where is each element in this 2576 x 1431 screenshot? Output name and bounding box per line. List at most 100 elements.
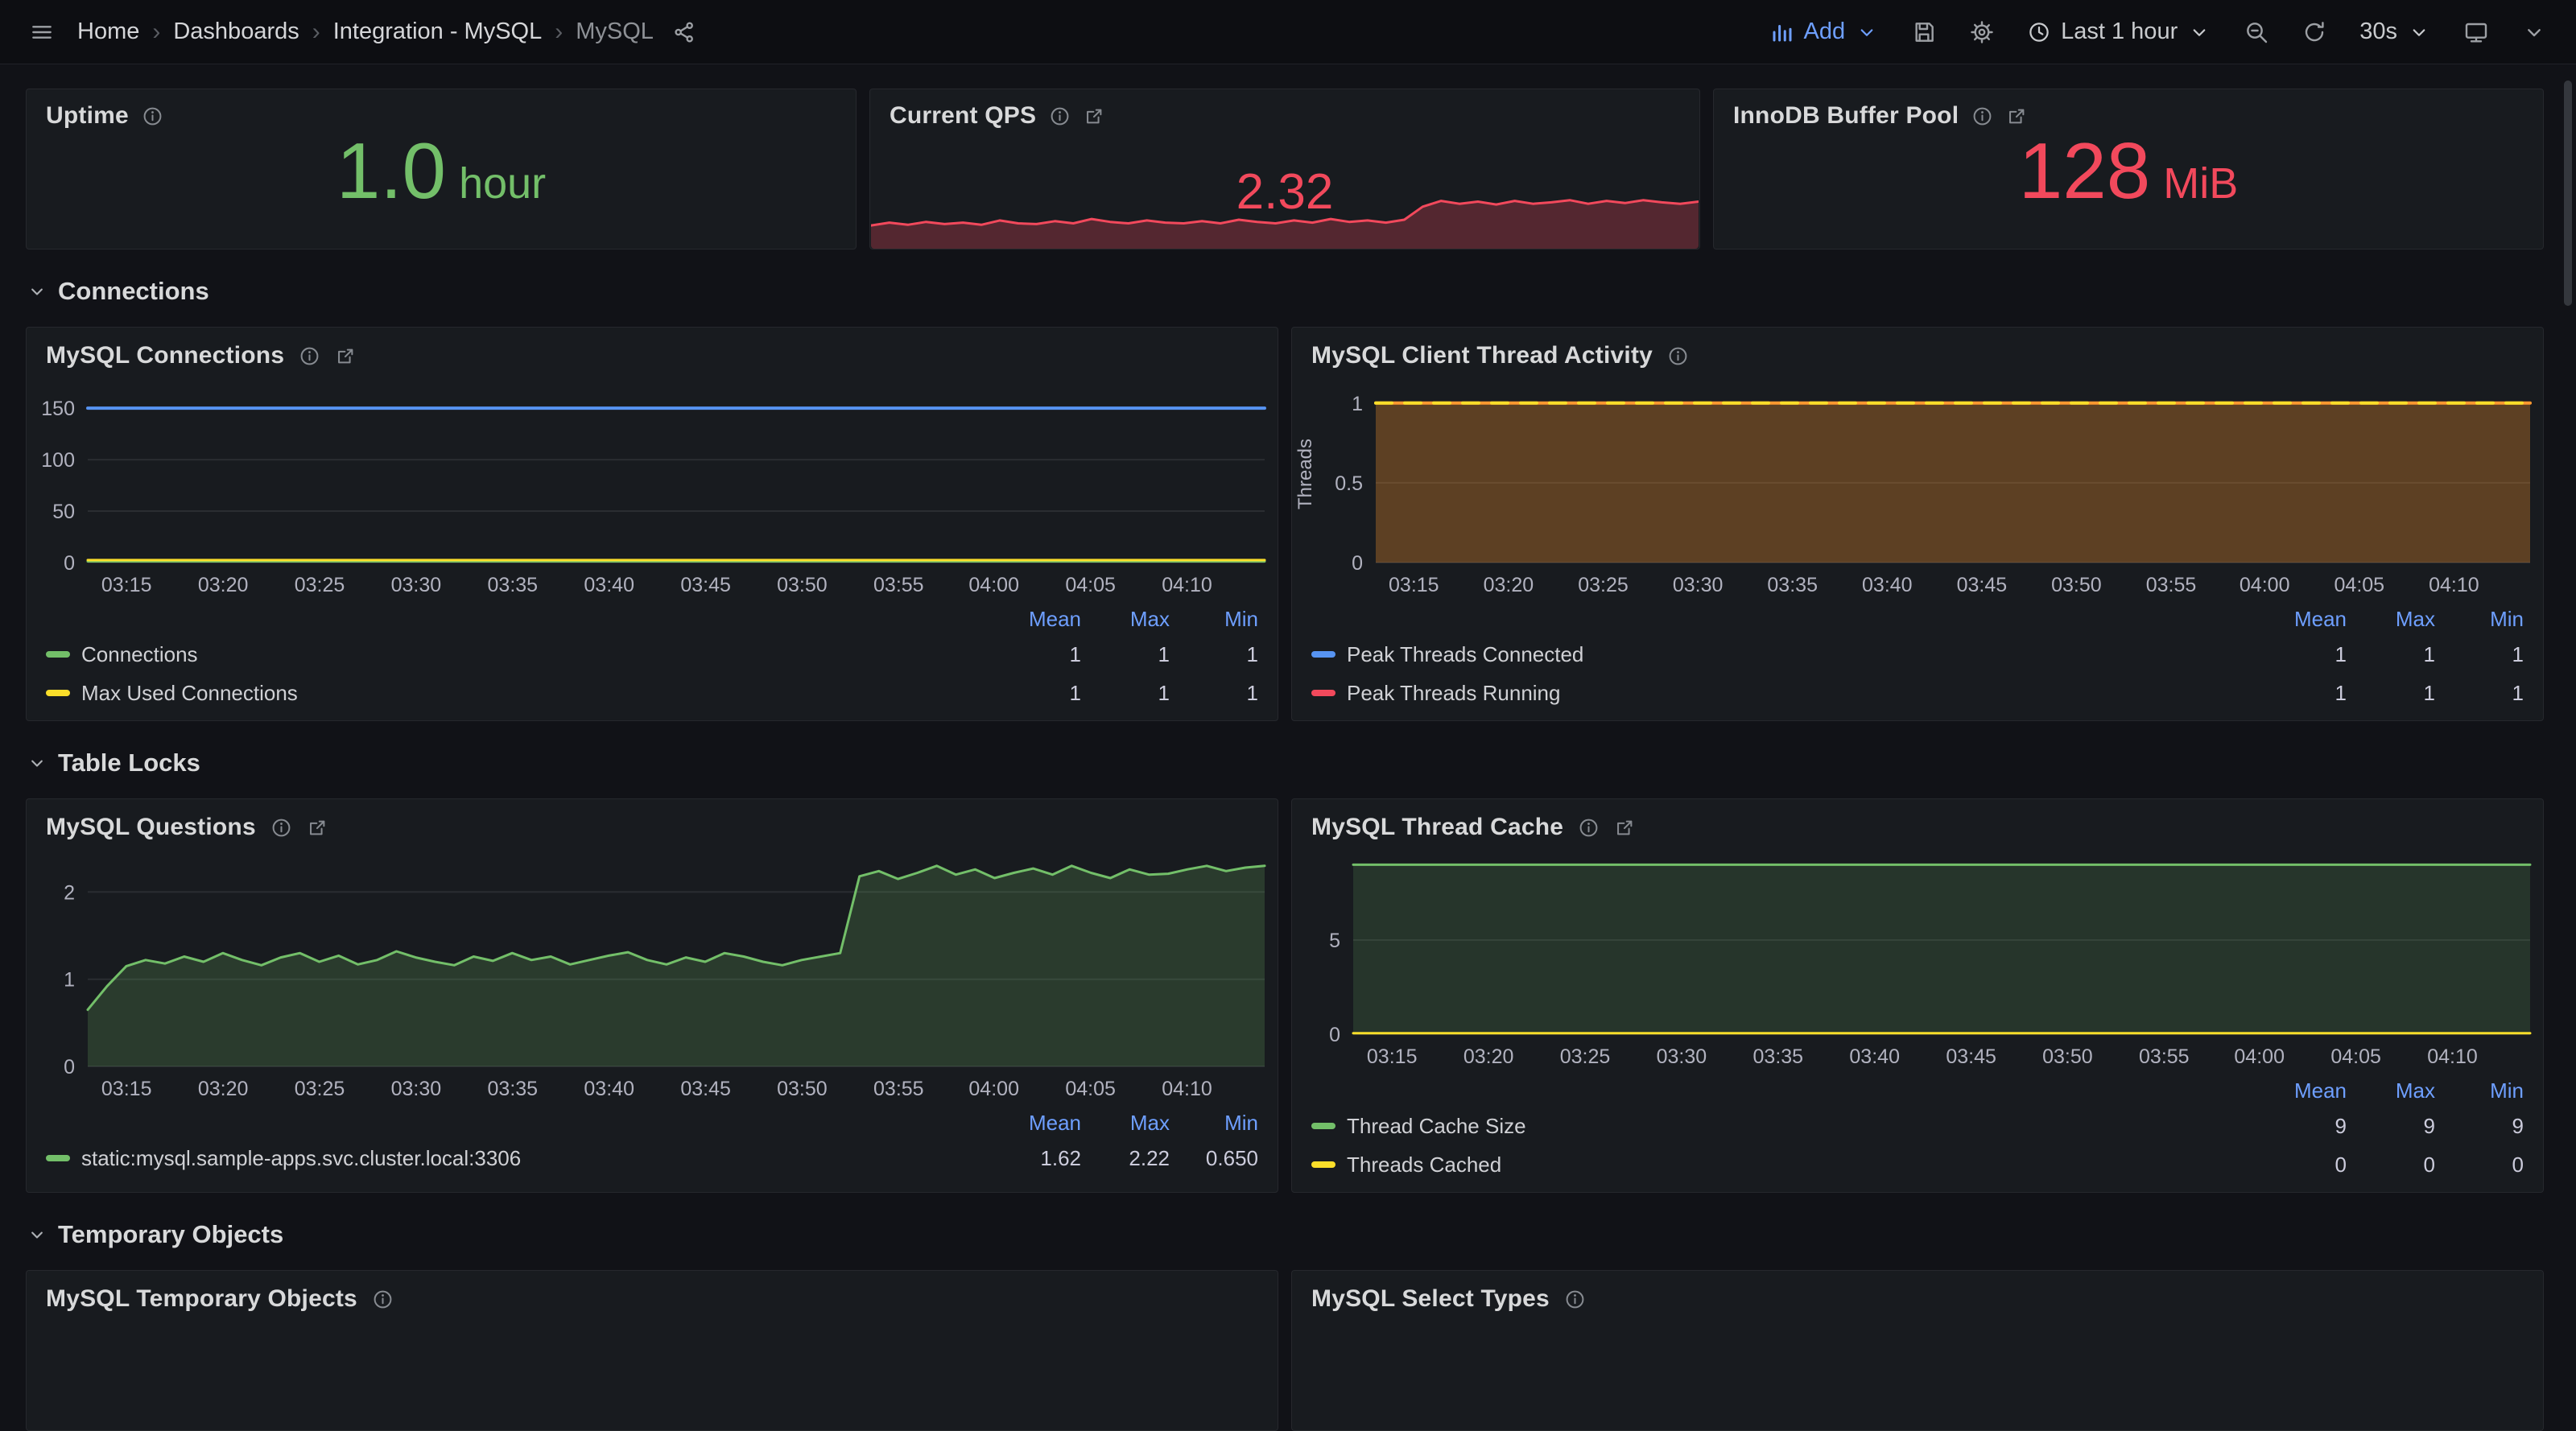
panel-mysql-client-thread-activity: MySQL Client Thread Activity 00.5103:150… [1291,327,2544,721]
info-icon[interactable] [1049,105,1071,127]
panel-title[interactable]: Current QPS [890,102,1036,130]
legend-min: 0 [2435,1153,2524,1177]
svg-text:04:10: 04:10 [1162,1078,1212,1100]
legend-sort-mean[interactable]: Mean [2258,607,2347,632]
svg-text:03:35: 03:35 [488,574,539,596]
legend-mean: 0 [2258,1153,2347,1177]
svg-text:0: 0 [64,1056,75,1078]
info-icon[interactable] [1564,1289,1586,1310]
svg-text:03:30: 03:30 [391,1078,442,1100]
legend-mean: 1 [2258,681,2347,706]
legend-series-toggle[interactable]: Thread Cache Size [1311,1114,2258,1139]
info-icon[interactable] [1578,817,1600,839]
refresh-button[interactable] [2301,19,2327,45]
innodb-unit: MiB [2163,159,2238,208]
external-link-icon[interactable] [335,345,357,367]
legend-series-toggle[interactable]: Threads Cached [1311,1153,2258,1177]
info-icon[interactable] [1667,345,1689,367]
svg-text:03:50: 03:50 [777,1078,828,1100]
svg-text:04:05: 04:05 [1065,574,1116,596]
mysql-questions-chart[interactable]: 01203:1503:2003:2503:3003:3503:4003:4503… [27,847,1278,1105]
legend-sort-max[interactable]: Max [1081,607,1170,632]
nav-more-button[interactable] [2521,19,2547,45]
svg-text:03:25: 03:25 [1578,574,1629,596]
info-icon[interactable] [270,817,292,839]
dashboard-settings-button[interactable] [1969,19,1995,45]
legend-series-toggle[interactable]: static:mysql.sample-apps.svc.cluster.loc… [46,1146,993,1171]
info-icon[interactable] [1971,105,1993,127]
external-link-icon[interactable] [307,817,328,839]
svg-text:03:30: 03:30 [391,574,442,596]
legend-sort-min[interactable]: Min [2435,1078,2524,1103]
zoom-out-time-button[interactable] [2244,19,2269,45]
svg-text:03:50: 03:50 [2051,574,2102,596]
section-header-connections[interactable]: Connections [26,277,2544,306]
add-button[interactable]: Add [1770,19,1880,45]
svg-text:03:55: 03:55 [873,574,924,596]
kiosk-mode-button[interactable] [2463,19,2489,45]
share-icon [671,19,697,45]
legend-header: Mean Max Min [46,603,1258,635]
svg-text:03:45: 03:45 [1946,1045,1996,1068]
svg-text:03:20: 03:20 [1463,1045,1514,1068]
refresh-interval-picker[interactable]: 30s [2359,19,2431,45]
legend-sort-max[interactable]: Max [2347,1078,2435,1103]
panel-title[interactable]: MySQL Connections [46,342,284,369]
breadcrumb-dashboards[interactable]: Dashboards [173,19,299,45]
info-icon[interactable] [372,1289,394,1310]
menu-toggle-icon[interactable] [29,19,55,45]
mysql-thread-cache-chart[interactable]: 0503:1503:2003:2503:3003:3503:4003:4503:… [1292,847,2543,1073]
breadcrumb-home[interactable]: Home [77,19,139,45]
panel-title[interactable]: InnoDB Buffer Pool [1733,102,1959,130]
mysql-connections-chart[interactable]: 05010015003:1503:2003:2503:3003:3503:400… [27,376,1278,601]
legend-series-toggle[interactable]: Peak Threads Running [1311,681,2258,706]
section-title: Connections [58,277,209,306]
legend-header: Mean Max Min [1311,1074,2524,1107]
mysql-client-thread-activity-chart[interactable]: 00.5103:1503:2003:2503:3003:3503:4003:45… [1292,376,2543,601]
svg-text:03:20: 03:20 [1484,574,1534,596]
section-header-temporary-objects[interactable]: Temporary Objects [26,1220,2544,1249]
panel-title[interactable]: Uptime [46,102,129,130]
legend-sort-min[interactable]: Min [1170,1111,1258,1136]
refresh-icon [2301,19,2327,45]
legend-sort-mean[interactable]: Mean [993,1111,1081,1136]
legend-max: 1 [1081,642,1170,667]
external-link-icon[interactable] [2006,105,2028,127]
add-panel-icon [1770,20,1794,44]
svg-text:2: 2 [64,881,75,904]
legend-series-toggle[interactable]: Connections [46,642,993,667]
external-link-icon[interactable] [1614,817,1636,839]
legend-sort-max[interactable]: Max [1081,1111,1170,1136]
panel-title[interactable]: MySQL Select Types [1311,1285,1550,1313]
section-header-table-locks[interactable]: Table Locks [26,748,2544,777]
panel-title[interactable]: MySQL Thread Cache [1311,814,1563,841]
panel-title[interactable]: MySQL Questions [46,814,256,841]
legend-sort-min[interactable]: Min [1170,607,1258,632]
breadcrumb-folder[interactable]: Integration - MySQL [333,19,543,45]
legend-sort-max[interactable]: Max [2347,607,2435,632]
info-icon[interactable] [142,105,163,127]
chevron-down-icon [26,280,48,303]
legend-sort-mean[interactable]: Mean [993,607,1081,632]
scrollbar-thumb[interactable] [2564,80,2572,306]
legend-row: Max Used Connections 1 1 1 [46,674,1258,712]
panel-title[interactable]: MySQL Client Thread Activity [1311,342,1653,369]
legend: Mean Max Min Thread Cache Size 9 9 9 [1292,1073,2543,1192]
svg-text:0: 0 [1352,552,1363,575]
svg-text:03:35: 03:35 [488,1078,539,1100]
svg-text:03:40: 03:40 [584,1078,634,1100]
svg-text:Threads: Threads [1294,439,1316,509]
svg-text:04:00: 04:00 [968,1078,1019,1100]
legend-sort-min[interactable]: Min [2435,607,2524,632]
time-range-picker[interactable]: Last 1 hour [2027,19,2211,45]
legend-series-toggle[interactable]: Max Used Connections [46,681,993,706]
uptime-number: 1.0 [336,131,446,210]
legend-sort-mean[interactable]: Mean [2258,1078,2347,1103]
info-icon[interactable] [299,345,320,367]
panel-title[interactable]: MySQL Temporary Objects [46,1285,357,1313]
external-link-icon[interactable] [1084,105,1105,127]
legend-series-toggle[interactable]: Peak Threads Connected [1311,642,2258,667]
svg-text:1: 1 [64,969,75,992]
share-button[interactable] [671,19,697,45]
save-dashboard-button[interactable] [1911,19,1937,45]
